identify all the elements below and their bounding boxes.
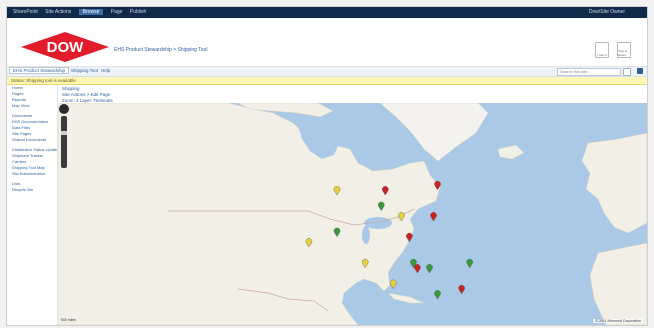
zoom-control[interactable]: [58, 103, 70, 173]
user-menu[interactable]: Dow\Site Owner: [589, 9, 625, 15]
iceland: [497, 144, 525, 160]
dow-logo[interactable]: DOW: [21, 32, 109, 62]
status-bar: Status: Shipping tool is available: [7, 77, 647, 85]
global-nav: SharePoint Site Actions Browse Page Publ…: [13, 9, 152, 15]
tags-label: Tags & Notes: [618, 49, 628, 57]
nav-item[interactable]: Site Actions: [45, 9, 71, 15]
marker-pin-icon[interactable]: [390, 279, 397, 289]
north-america-land: [58, 103, 441, 325]
like-icon[interactable]: I Like It: [595, 42, 609, 58]
zoom-handle[interactable]: [61, 131, 67, 135]
africa: [589, 242, 647, 325]
marker-pin-icon[interactable]: [430, 212, 437, 222]
cuba: [387, 292, 425, 304]
compass-icon[interactable]: [59, 104, 69, 114]
marker-pin-icon[interactable]: [414, 264, 421, 274]
tags-notes-icon[interactable]: Tags & Notes: [617, 42, 631, 58]
quick-launch: Home Pages Reports Map View Documents EH…: [7, 85, 58, 325]
top-navigation-bar: SharePoint Site Actions Browse Page Publ…: [7, 7, 647, 18]
search-icon[interactable]: [623, 68, 631, 76]
browser-page: SharePoint Site Actions Browse Page Publ…: [6, 6, 648, 326]
map-view[interactable]: 500 miles © 2011 Microsoft Corporation: [58, 103, 647, 325]
logo-text: DOW: [47, 39, 85, 56]
marker-pin-icon[interactable]: [426, 264, 433, 274]
lake-michigan: [362, 226, 370, 244]
main-content: Shipping Site Actions > Edit Page Zoom: …: [58, 85, 647, 325]
map-marker-red[interactable]: [414, 264, 421, 274]
marker-pin-icon[interactable]: [434, 290, 441, 300]
map-marker-red[interactable]: [430, 212, 437, 222]
nav-item[interactable]: Page: [111, 9, 123, 15]
marker-pin-icon[interactable]: [466, 259, 473, 269]
ql-map-view[interactable]: Map View: [7, 103, 57, 109]
greenland: [379, 103, 489, 162]
status-text: Status: Shipping tool is available: [11, 78, 76, 83]
nav-item[interactable]: Publish: [130, 9, 146, 15]
site-title[interactable]: EHS Product Stewardship > Shipping Tool: [114, 47, 207, 53]
map-marker-green[interactable]: [466, 259, 473, 269]
map-marker-red[interactable]: [458, 285, 465, 295]
ribbon-bar: EHS Product Stewardship Shipping Tool He…: [7, 67, 647, 77]
site-header: DOW EHS Product Stewardship > Shipping T…: [7, 18, 647, 67]
help-icon[interactable]: [637, 68, 643, 74]
social-icons: I Like It Tags & Notes: [595, 42, 631, 58]
scale-bar: 500 miles: [61, 318, 76, 322]
page-breadcrumbs: Shipping Site Actions > Edit Page Zoom: …: [62, 86, 113, 104]
search-input[interactable]: Search this site...: [557, 68, 621, 76]
ql-recycle-bin[interactable]: Recycle Bin: [7, 187, 57, 193]
tab-shipping-tool[interactable]: Shipping Tool: [71, 68, 98, 73]
tab-help[interactable]: Help: [101, 68, 110, 73]
nav-item-browse[interactable]: Browse: [78, 9, 104, 15]
nav-item[interactable]: SharePoint: [13, 9, 38, 15]
marker-pin-icon[interactable]: [458, 285, 465, 295]
map-attribution: © 2011 Microsoft Corporation: [593, 319, 643, 323]
zoom-slider[interactable]: [61, 116, 67, 168]
map-canvas[interactable]: [58, 103, 647, 325]
ql-site-admin[interactable]: Site Administration: [7, 171, 57, 177]
europe: [581, 132, 647, 234]
ql-shared-docs[interactable]: Shared Documents: [7, 137, 57, 143]
tab-ehs-product-stewardship[interactable]: EHS Product Stewardship: [9, 67, 70, 74]
map-marker-yellow[interactable]: [390, 279, 397, 289]
like-label: I Like It: [597, 53, 607, 57]
map-marker-green[interactable]: [426, 264, 433, 274]
map-marker-green[interactable]: [434, 290, 441, 300]
